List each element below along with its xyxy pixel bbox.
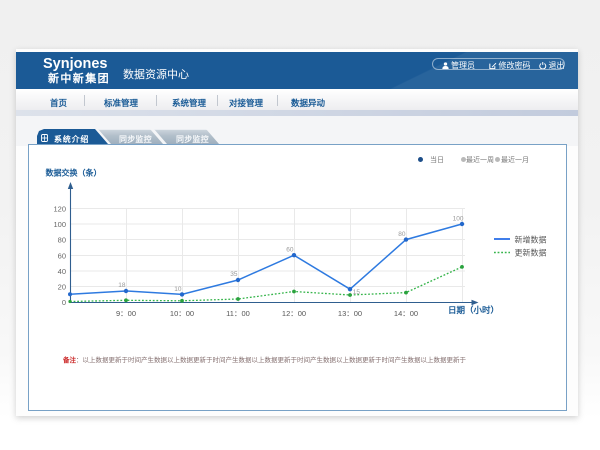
svg-text:14：00: 14：00 [394,309,418,318]
svg-text:40: 40 [58,267,66,276]
svg-text:13：00: 13：00 [338,309,362,318]
svg-text:35: 35 [230,271,238,278]
svg-text:12：00: 12：00 [282,309,306,318]
svg-text:100: 100 [453,216,464,223]
svg-text:100: 100 [53,220,66,229]
svg-text:更新数据: 更新数据 [515,248,547,258]
svg-text:15: 15 [353,289,361,296]
svg-text:10：00: 10：00 [170,309,194,318]
svg-text:60: 60 [58,252,66,261]
svg-text:新增数据: 新增数据 [515,235,547,245]
svg-text:80: 80 [398,231,406,238]
svg-text:0: 0 [62,298,66,307]
svg-text:18: 18 [118,282,126,289]
svg-text:120: 120 [53,205,66,214]
svg-text:10: 10 [174,286,182,293]
svg-text:80: 80 [58,236,66,245]
svg-text:日期（小时）: 日期（小时） [448,305,499,315]
svg-text:20: 20 [58,283,66,292]
svg-text:9：00: 9：00 [116,309,136,318]
svg-text:11：00: 11：00 [226,309,250,318]
svg-text:60: 60 [286,247,294,254]
svg-text:数据交换（条）: 数据交换（条） [46,168,102,178]
